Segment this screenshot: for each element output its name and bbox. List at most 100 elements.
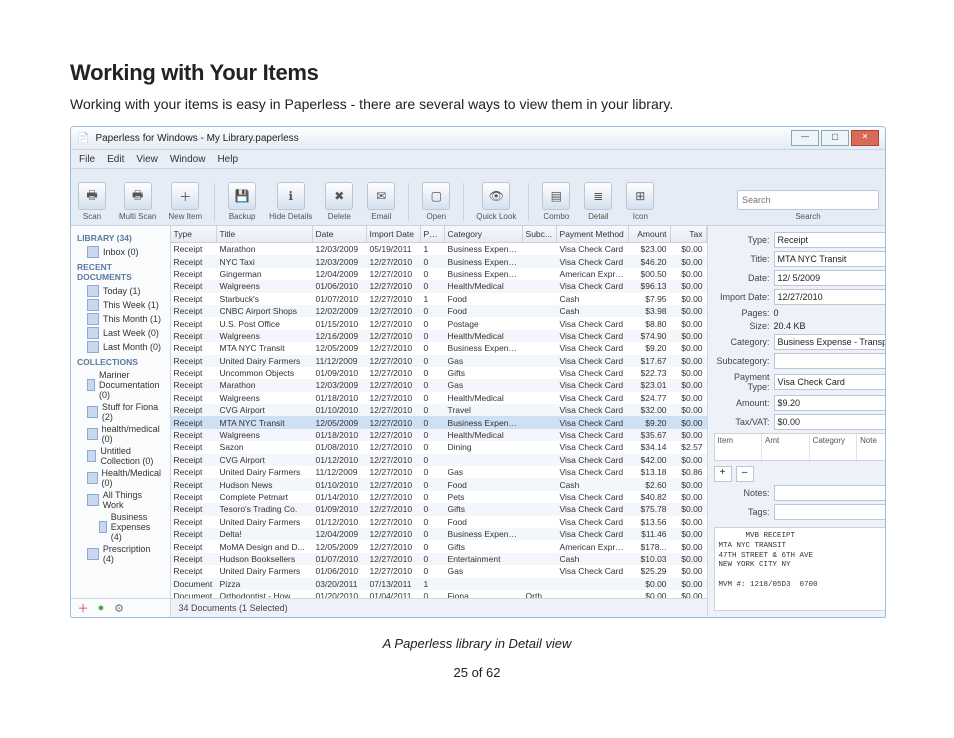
table-row[interactable]: ReceiptHudson Booksellers01/07/201012/27… <box>171 553 707 565</box>
col-payment[interactable]: Payment Method <box>557 226 629 242</box>
table-row[interactable]: ReceiptMTA NYC Transit12/05/200912/27/20… <box>171 342 707 354</box>
search-input[interactable] <box>737 190 879 210</box>
table-row[interactable]: ReceiptU.S. Post Office01/15/201012/27/2… <box>171 317 707 329</box>
inspector-import-date-input[interactable]: 12/27/2010 <box>774 289 885 305</box>
add-line-item-button[interactable]: + <box>714 466 732 482</box>
toolbar-separator <box>214 183 215 221</box>
sidebar-recent-header[interactable]: RECENT DOCUMENTS <box>73 259 168 284</box>
toolbar-open[interactable]: ▢Open <box>421 182 451 221</box>
maximize-button[interactable]: ▢ <box>821 130 849 146</box>
inspector-title-input[interactable]: MTA NYC Transit <box>774 251 885 267</box>
toolbar-backup[interactable]: 💾Backup <box>227 182 257 221</box>
table-row[interactable]: ReceiptDelta!12/04/200912/27/20100Busine… <box>171 528 707 540</box>
sidebar-inbox[interactable]: Inbox (0) <box>73 245 168 259</box>
table-row[interactable]: ReceiptUnited Dairy Farmers01/12/201012/… <box>171 516 707 528</box>
toolbar-quick-look[interactable]: 👁Quick Look <box>476 182 516 221</box>
col-date[interactable]: Date <box>313 226 367 242</box>
table-row[interactable]: ReceiptUnited Dairy Farmers11/12/200912/… <box>171 355 707 367</box>
table-row[interactable]: ReceiptUnited Dairy Farmers01/06/201012/… <box>171 565 707 577</box>
col-tax[interactable]: Tax <box>671 226 707 242</box>
sidebar-collection-2[interactable]: health/medical (0) <box>73 423 168 445</box>
cell-tax: $0.00 <box>671 281 707 291</box>
sidebar-collections-header[interactable]: COLLECTIONS <box>73 354 168 369</box>
table-row[interactable]: ReceiptMTA NYC Transit12/05/200912/27/20… <box>171 416 707 428</box>
menu-window[interactable]: Window <box>170 154 206 165</box>
table-row[interactable]: ReceiptWalgreens12/16/200912/27/20100Hea… <box>171 330 707 342</box>
cell-date: 01/08/2010 <box>313 442 367 452</box>
table-row[interactable]: ReceiptNYC Taxi12/03/200912/27/20100Busi… <box>171 255 707 267</box>
remove-line-item-button[interactable]: – <box>736 466 754 482</box>
table-row[interactable]: ReceiptTesoro's Trading Co.01/09/201012/… <box>171 503 707 515</box>
inspector-date-input[interactable]: 12/ 5/2009 <box>774 270 885 286</box>
table-row[interactable]: ReceiptWalgreens01/18/201012/27/20100Hea… <box>171 429 707 441</box>
table-row[interactable]: ReceiptUnited Dairy Farmers11/12/200912/… <box>171 466 707 478</box>
inspector-tags-input[interactable] <box>774 504 885 520</box>
gear-icon[interactable]: ⚙ <box>113 602 125 614</box>
table-row[interactable]: ReceiptMarathon12/03/200912/27/20100GasV… <box>171 379 707 391</box>
cell-type: Receipt <box>171 294 217 304</box>
cell-amt: $23.00 <box>629 244 671 254</box>
table-row[interactable]: ReceiptCVG Airport01/12/201012/27/20100V… <box>171 454 707 466</box>
inspector-notes-input[interactable] <box>774 485 885 501</box>
table-row[interactable]: ReceiptMoMA Design and D...12/05/200912/… <box>171 540 707 552</box>
sidebar-collection-1[interactable]: Stuff for Fiona (2) <box>73 401 168 423</box>
sidebar-recent-3[interactable]: Last Week (0) <box>73 326 168 340</box>
inspector-payment-input[interactable]: Visa Check Card <box>774 374 885 390</box>
table-row[interactable]: ReceiptGingerman12/04/200912/27/20100Bus… <box>171 268 707 280</box>
menu-help[interactable]: Help <box>217 154 238 165</box>
sidebar-recent-1[interactable]: This Week (1) <box>73 298 168 312</box>
toolbar-multi-scan[interactable]: 🖶Multi Scan <box>119 182 156 221</box>
col-category[interactable]: Category <box>445 226 523 242</box>
sidebar-recent-0[interactable]: Today (1) <box>73 284 168 298</box>
menu-edit[interactable]: Edit <box>107 154 124 165</box>
table-row[interactable]: ReceiptCVG Airport01/10/201012/27/20100T… <box>171 404 707 416</box>
cell-title: Starbuck's <box>217 294 313 304</box>
table-row[interactable]: DocumentPizza03/20/201107/13/20111$0.00$… <box>171 578 707 590</box>
minimize-button[interactable]: — <box>791 130 819 146</box>
sidebar-business-expenses[interactable]: Business Expenses (4) <box>73 511 168 543</box>
menu-file[interactable]: File <box>79 154 95 165</box>
sidebar-collection-5[interactable]: All Things Work <box>73 489 168 511</box>
table-row[interactable]: DocumentOrthodontist - How...01/20/20100… <box>171 590 707 598</box>
toolbar-scan[interactable]: 🖶Scan <box>77 182 107 221</box>
sidebar-recent-2[interactable]: This Month (1) <box>73 312 168 326</box>
sync-indicator-icon[interactable]: ● <box>95 602 107 614</box>
sidebar-library-header[interactable]: LIBRARY (34) <box>73 230 168 245</box>
col-import-date[interactable]: Import Date <box>367 226 421 242</box>
col-title[interactable]: Title <box>217 226 313 242</box>
table-row[interactable]: ReceiptMarathon12/03/200905/19/20111Busi… <box>171 243 707 255</box>
col-type[interactable]: Type <box>171 226 217 242</box>
cell-amt: $24.77 <box>629 393 671 403</box>
table-row[interactable]: ReceiptCNBC Airport Shops12/02/200912/27… <box>171 305 707 317</box>
sidebar-collection-3[interactable]: Untitled Collection (0) <box>73 445 168 467</box>
toolbar-hide-details[interactable]: ℹHide Details <box>269 182 312 221</box>
toolbar-delete[interactable]: ✖Delete <box>324 182 354 221</box>
menu-view[interactable]: View <box>136 154 158 165</box>
toolbar-combo[interactable]: ▤Combo <box>541 182 571 221</box>
inspector-tax-input[interactable]: $0.00 <box>774 414 885 430</box>
inspector-category-input[interactable]: Business Expense - Transport <box>774 334 885 350</box>
inspector-amount-input[interactable]: $9.20 <box>774 395 885 411</box>
sidebar-collection-4[interactable]: Health/Medical (0) <box>73 467 168 489</box>
sidebar-prescription[interactable]: Prescription (4) <box>73 543 168 565</box>
toolbar-email[interactable]: ✉Email <box>366 182 396 221</box>
add-collection-button[interactable]: ＋ <box>77 602 89 614</box>
table-row[interactable]: ReceiptUncommon Objects01/09/201012/27/2… <box>171 367 707 379</box>
col-pages[interactable]: Pa... <box>421 226 445 242</box>
inspector-type-input[interactable]: Receipt <box>774 232 885 248</box>
toolbar-new-item[interactable]: ＋New Item <box>168 182 202 221</box>
close-button[interactable]: ✕ <box>851 130 879 146</box>
table-row[interactable]: ReceiptComplete Petmart01/14/201012/27/2… <box>171 491 707 503</box>
sidebar-recent-4[interactable]: Last Month (0) <box>73 340 168 354</box>
col-subcategory[interactable]: Subc... <box>523 226 557 242</box>
col-amount[interactable]: Amount <box>629 226 671 242</box>
sidebar-collection-0[interactable]: Mariner Documentation (0) <box>73 369 168 401</box>
table-row[interactable]: ReceiptHudson News01/10/201012/27/20100F… <box>171 478 707 490</box>
toolbar-icon[interactable]: ⊞Icon <box>625 182 655 221</box>
table-row[interactable]: ReceiptSazon01/08/201012/27/20100DiningV… <box>171 441 707 453</box>
inspector-subcategory-input[interactable] <box>774 353 885 369</box>
toolbar-detail[interactable]: ≣Detail <box>583 182 613 221</box>
table-row[interactable]: ReceiptWalgreens01/06/201012/27/20100Hea… <box>171 280 707 292</box>
table-row[interactable]: ReceiptWalgreens01/18/201012/27/20100Hea… <box>171 392 707 404</box>
table-row[interactable]: ReceiptStarbuck's01/07/201012/27/20101Fo… <box>171 293 707 305</box>
